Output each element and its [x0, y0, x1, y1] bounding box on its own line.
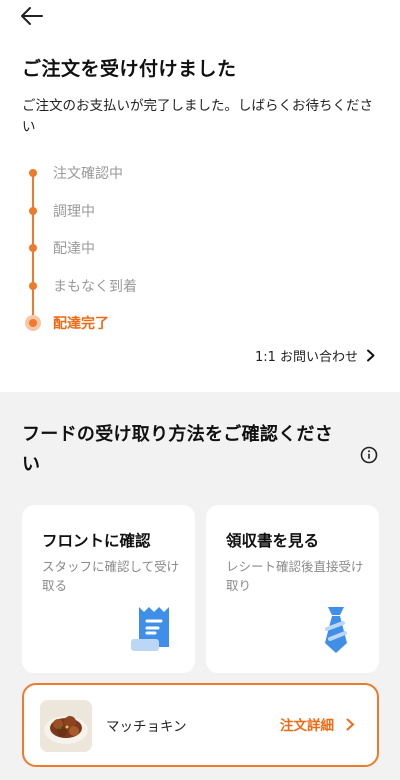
- status-message: ご注文のお支払いが完了しました。しばらくお待ちください: [22, 98, 373, 135]
- timeline-step-label: 配達完了: [53, 316, 109, 332]
- order-item-name: マッチョキン: [106, 719, 187, 735]
- order-status-section: ご注文を受け付けました ご注文のお支払いが完了しました。しばらくお待ちください …: [0, 0, 400, 392]
- inquiry-link[interactable]: 1:1 お問い合わせ: [255, 346, 376, 365]
- page-title: ご注文を受け付けました: [22, 58, 237, 80]
- staff-tie-icon: [325, 607, 347, 653]
- option-title: フロントに確認: [42, 532, 151, 550]
- timeline-step: 注文確認中: [22, 158, 322, 188]
- inquiry-label: 1:1 お問い合わせ: [254, 350, 358, 365]
- timeline-dot: [29, 169, 37, 177]
- timeline-step-label: まもなく到着: [53, 279, 137, 295]
- chevron-right-icon: [346, 718, 354, 730]
- timeline-step: 配達中: [22, 233, 322, 263]
- timeline-step-label: 注文確認中: [53, 166, 123, 182]
- timeline-dot: [29, 282, 37, 290]
- info-icon[interactable]: [360, 446, 378, 464]
- timeline-step-label: 配達中: [53, 241, 95, 257]
- back-button[interactable]: [18, 4, 46, 28]
- arrow-left-icon: [21, 7, 43, 25]
- option-description: スタッフに確認して受け取る: [42, 559, 180, 593]
- order-summary-row[interactable]: マッチョキン 注文詳細: [22, 683, 379, 767]
- timeline-dot-active: [25, 315, 41, 331]
- timeline-step: まもなく到着: [22, 271, 322, 301]
- timeline-step-current: 配達完了: [22, 308, 322, 338]
- delivery-timeline: 注文確認中 調理中 配達中 まもなく到着 配達完了: [22, 158, 382, 338]
- order-detail-label: 注文詳細: [280, 718, 334, 734]
- order-detail-link[interactable]: 注文詳細: [280, 714, 355, 734]
- chevron-right-icon: [367, 349, 375, 362]
- pickup-title: フードの受け取り方法をご確認ください: [22, 424, 334, 475]
- pickup-section: フードの受け取り方法をご確認ください フロントに確認 スタッフに確認して受け取る…: [0, 392, 400, 780]
- option-description: レシート確認後直接受け取り: [226, 559, 364, 593]
- option-title: 領収書を見る: [226, 532, 320, 550]
- timeline-step: 調理中: [22, 196, 322, 226]
- timeline-dot: [29, 244, 37, 252]
- receipt-icon: [131, 607, 169, 651]
- pickup-option-front-desk[interactable]: フロントに確認 スタッフに確認して受け取る: [22, 505, 195, 673]
- timeline-dot: [29, 207, 37, 215]
- timeline-step-label: 調理中: [53, 204, 95, 220]
- pickup-option-receipt[interactable]: 領収書を見る レシート確認後直接受け取り: [206, 505, 379, 673]
- food-thumbnail: [40, 700, 92, 752]
